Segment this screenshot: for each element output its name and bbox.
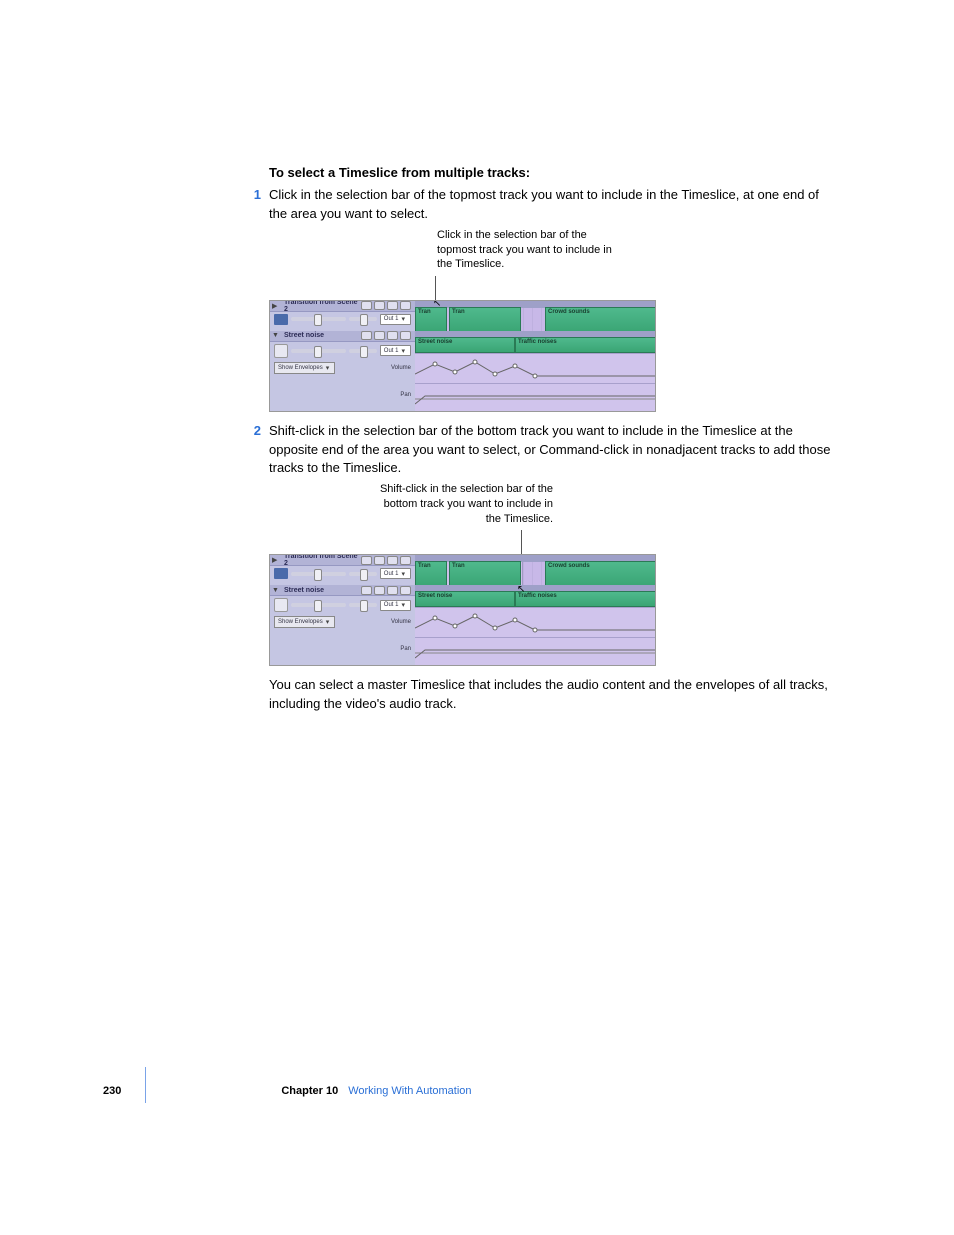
clip-label: Street noise bbox=[416, 339, 454, 345]
track-2-name: Street noise bbox=[284, 332, 324, 339]
figure-1: Click in the selection bar of the topmos… bbox=[269, 300, 839, 412]
track-1-name: Transition from Scene 2 bbox=[284, 554, 361, 567]
disclosure-icon: ▶ bbox=[272, 302, 277, 310]
cursor-icon: ↖ bbox=[433, 300, 441, 309]
track-thumb bbox=[274, 568, 288, 579]
output-chip: Out 1 ▾ bbox=[380, 314, 411, 325]
slider bbox=[291, 349, 346, 353]
track-1-name: Transition from Scene 2 bbox=[284, 300, 361, 313]
page-footer: 230 Chapter 10 Working With Automation bbox=[103, 1079, 472, 1103]
track-thumb bbox=[274, 314, 288, 325]
clip-label: Crowd sounds bbox=[546, 563, 592, 569]
slider bbox=[291, 572, 346, 576]
slider bbox=[349, 349, 377, 353]
output-chip: Out 1 ▾ bbox=[380, 345, 411, 356]
volume-label: Volume bbox=[391, 365, 411, 371]
show-envelopes-button: Show Envelopes ▾ bbox=[274, 362, 335, 374]
step-2: 2 Shift-click in the selection bar of th… bbox=[243, 422, 839, 479]
section-heading: To select a Timeslice from multiple trac… bbox=[269, 165, 839, 180]
pan-label: Pan bbox=[400, 392, 411, 398]
clip-label: Tran bbox=[450, 563, 467, 569]
track-controls bbox=[361, 331, 411, 340]
pan-envelope bbox=[415, 637, 655, 666]
clip-label: Tran bbox=[416, 309, 433, 315]
screenshot-2: ▶ Transition from Scene 2 Out 1 ▾ bbox=[269, 554, 656, 666]
volume-label: Volume bbox=[391, 619, 411, 625]
pan-envelope bbox=[415, 383, 655, 412]
callout-text-1: Click in the selection bar of the topmos… bbox=[437, 228, 617, 273]
step-number: 1 bbox=[243, 186, 269, 224]
track-controls bbox=[361, 556, 411, 565]
output-chip: Out 1 ▾ bbox=[380, 568, 411, 579]
slider bbox=[349, 603, 377, 607]
show-envelopes-button: Show Envelopes ▾ bbox=[274, 616, 335, 628]
clip-label: Tran bbox=[450, 309, 467, 315]
track-controls bbox=[361, 301, 411, 310]
footer-divider bbox=[145, 1067, 146, 1103]
step-text: Shift-click in the selection bar of the … bbox=[269, 422, 839, 479]
lock-icon bbox=[274, 598, 288, 612]
track-2-name: Street noise bbox=[284, 587, 324, 594]
callout-text-2: Shift-click in the selection bar of the … bbox=[373, 482, 553, 527]
clip-label: Street noise bbox=[416, 593, 454, 599]
slider bbox=[349, 317, 377, 321]
track-controls bbox=[361, 586, 411, 595]
clip-label: Tran bbox=[416, 563, 433, 569]
step-1: 1 Click in the selection bar of the topm… bbox=[243, 186, 839, 224]
cursor-icon: ↖ bbox=[517, 584, 525, 595]
output-chip: Out 1 ▾ bbox=[380, 600, 411, 611]
pan-label: Pan bbox=[400, 646, 411, 652]
disclosure-icon: ▶ bbox=[272, 556, 277, 564]
slider bbox=[291, 317, 346, 321]
slider bbox=[291, 603, 346, 607]
clip-label: Crowd sounds bbox=[546, 309, 592, 315]
clip-label: Traffic noises bbox=[516, 339, 559, 345]
disclosure-icon: ▼ bbox=[272, 332, 279, 339]
chapter-title: Working With Automation bbox=[348, 1085, 471, 1097]
page-number: 230 bbox=[103, 1085, 121, 1097]
step-number: 2 bbox=[243, 422, 269, 479]
slider bbox=[349, 572, 377, 576]
volume-envelope bbox=[415, 607, 655, 638]
conclusion-text: You can select a master Timeslice that i… bbox=[269, 676, 839, 714]
chapter-label: Chapter 10 bbox=[281, 1085, 338, 1097]
disclosure-icon: ▼ bbox=[272, 587, 279, 594]
lock-icon bbox=[274, 344, 288, 358]
volume-envelope bbox=[415, 353, 655, 384]
figure-2: Shift-click in the selection bar of the … bbox=[269, 554, 839, 666]
step-text: Click in the selection bar of the topmos… bbox=[269, 186, 839, 224]
screenshot-1: ▶ Transition from Scene 2 Out 1 ▾ bbox=[269, 300, 656, 412]
